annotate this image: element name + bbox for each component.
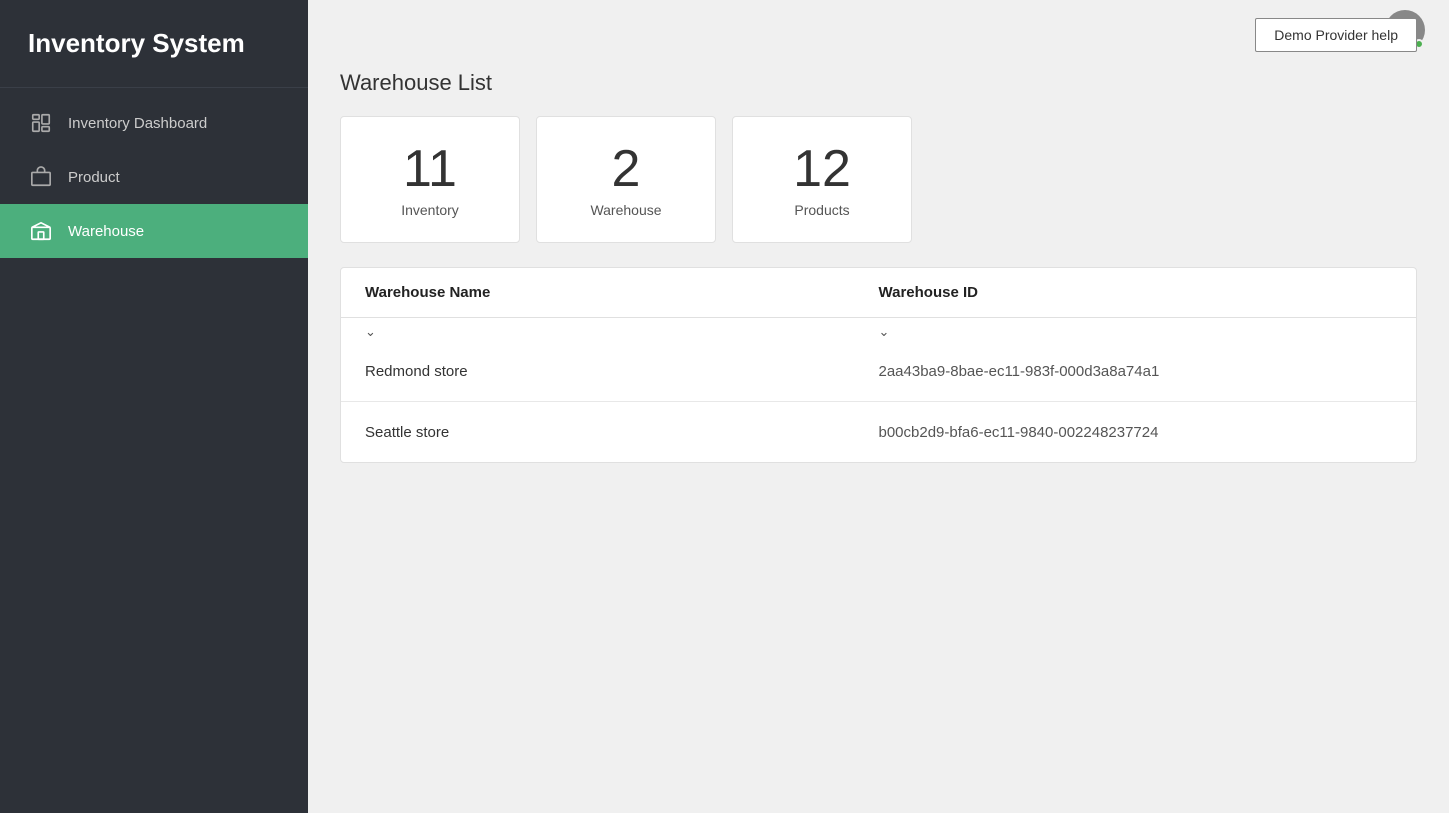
sort-chevron-name[interactable]: ⌄ bbox=[365, 324, 376, 340]
stat-number-inventory: 11 bbox=[403, 141, 457, 198]
app-title: Inventory System bbox=[0, 0, 308, 88]
warehouse-table: Warehouse Name Warehouse ID ⌄ ⌄ Redmond … bbox=[340, 267, 1417, 463]
stat-number-warehouse: 2 bbox=[612, 141, 641, 198]
stat-number-products: 12 bbox=[793, 141, 851, 198]
stat-label-inventory: Inventory bbox=[401, 202, 459, 218]
product-icon bbox=[28, 164, 54, 190]
page-content: Demo Provider help Warehouse List 11 Inv… bbox=[308, 60, 1449, 813]
stat-label-warehouse: Warehouse bbox=[590, 202, 661, 218]
sidebar-nav: Inventory Dashboard Product Warehouse bbox=[0, 96, 308, 258]
sort-chevron-id[interactable]: ⌄ bbox=[879, 324, 890, 340]
column-header-name: Warehouse Name bbox=[365, 284, 879, 301]
column-header-id: Warehouse ID bbox=[879, 284, 1393, 301]
table-row[interactable]: Seattle store b00cb2d9-bfa6-ec11-9840-00… bbox=[341, 402, 1416, 462]
sidebar-item-warehouse[interactable]: Warehouse bbox=[0, 204, 308, 258]
row-warehouse-id-1: b00cb2d9-bfa6-ec11-9840-002248237724 bbox=[879, 424, 1393, 441]
sidebar-item-label-dashboard: Inventory Dashboard bbox=[68, 115, 207, 132]
sidebar: Inventory System Inventory Dashboard bbox=[0, 0, 308, 813]
stats-row: 11 Inventory 2 Warehouse 12 Products bbox=[340, 116, 1417, 243]
warehouse-icon bbox=[28, 218, 54, 244]
stat-card-inventory: 11 Inventory bbox=[340, 116, 520, 243]
sort-row: ⌄ ⌄ bbox=[341, 318, 1416, 342]
row-warehouse-name-0: Redmond store bbox=[365, 363, 879, 380]
row-warehouse-name-1: Seattle store bbox=[365, 424, 879, 441]
sort-col-id: ⌄ bbox=[879, 324, 1393, 340]
table-header: Warehouse Name Warehouse ID bbox=[341, 268, 1416, 318]
stat-label-products: Products bbox=[794, 202, 849, 218]
table-row[interactable]: Redmond store 2aa43ba9-8bae-ec11-983f-00… bbox=[341, 342, 1416, 402]
demo-provider-button[interactable]: Demo Provider help bbox=[1255, 18, 1417, 52]
main-content: Demo Provider help Warehouse List 11 Inv… bbox=[308, 0, 1449, 813]
stat-card-warehouse: 2 Warehouse bbox=[536, 116, 716, 243]
sidebar-item-product[interactable]: Product bbox=[0, 150, 308, 204]
dashboard-icon bbox=[28, 110, 54, 136]
sidebar-item-label-product: Product bbox=[68, 169, 120, 186]
page-title: Warehouse List bbox=[340, 70, 1417, 96]
sidebar-item-label-warehouse: Warehouse bbox=[68, 223, 144, 240]
sort-col-name: ⌄ bbox=[365, 324, 879, 340]
stat-card-products: 12 Products bbox=[732, 116, 912, 243]
row-warehouse-id-0: 2aa43ba9-8bae-ec11-983f-000d3a8a74a1 bbox=[879, 363, 1393, 380]
sidebar-item-inventory-dashboard[interactable]: Inventory Dashboard bbox=[0, 96, 308, 150]
